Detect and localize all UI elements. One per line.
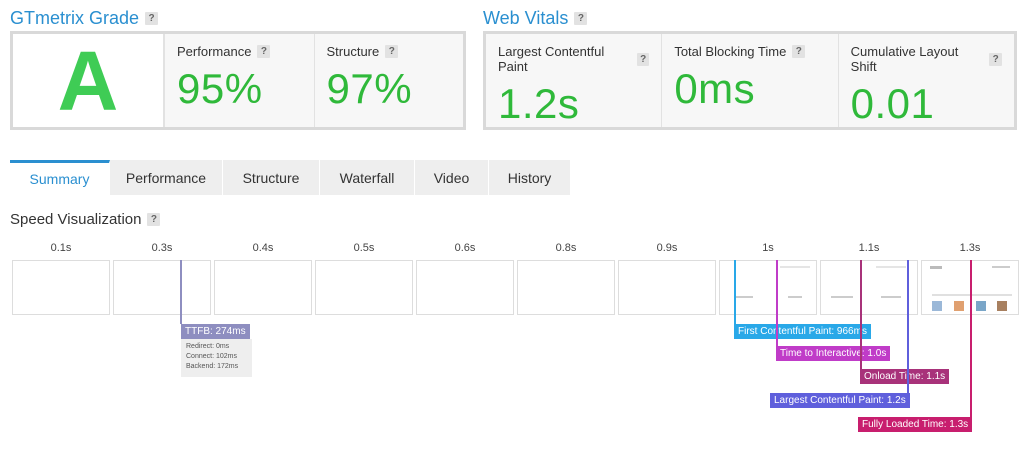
frame-thumbnail bbox=[976, 301, 986, 311]
frame-content-line bbox=[932, 294, 1012, 296]
lcp-line bbox=[907, 260, 909, 393]
tbt-value: 0ms bbox=[674, 65, 756, 112]
performance-value: 95% bbox=[177, 65, 263, 112]
filmstrip-frame[interactable] bbox=[113, 260, 211, 315]
speed-visualization-heading: Speed Visualization bbox=[10, 211, 142, 228]
web-vitals-panel: Largest Contentful Paint ? 1.2s Total Bl… bbox=[483, 31, 1017, 130]
gtmetrix-grade-heading: GTmetrix Grade bbox=[10, 8, 140, 28]
filmstrip-frame[interactable] bbox=[12, 260, 110, 315]
time-label: 1.3s bbox=[959, 242, 981, 254]
frame-content-line bbox=[780, 266, 810, 268]
help-icon[interactable]: ? bbox=[989, 52, 1002, 66]
filmstrip-frame[interactable] bbox=[517, 260, 615, 315]
cls-label: Cumulative Layout Shift bbox=[850, 44, 959, 74]
fcp-line bbox=[734, 260, 736, 324]
time-label: 0.6s bbox=[454, 242, 476, 254]
lcp-label: Largest Contentful Paint bbox=[498, 44, 605, 74]
performance-metric: Performance ? 95% bbox=[164, 34, 314, 127]
time-label: 0.5s bbox=[353, 242, 375, 254]
time-label: 0.4s bbox=[252, 242, 274, 254]
lcp-marker: Largest Contentful Paint: 1.2s bbox=[770, 393, 910, 408]
time-label: 0.8s bbox=[555, 242, 577, 254]
performance-label: Performance bbox=[177, 44, 252, 59]
frame-content-line bbox=[930, 266, 942, 269]
frame-thumbnail bbox=[997, 301, 1007, 311]
speed-visualization-title: Speed Visualization ? bbox=[10, 211, 161, 228]
web-vitals-heading: Web Vitals bbox=[483, 8, 569, 28]
time-label: 1s bbox=[762, 242, 774, 254]
frame-content-line bbox=[735, 296, 753, 298]
fcp-marker: First Contentful Paint: 966ms bbox=[734, 324, 871, 339]
onload-marker: Onload Time: 1.1s bbox=[860, 369, 950, 384]
fully-loaded-marker: Fully Loaded Time: 1.3s bbox=[858, 417, 973, 432]
structure-value: 97% bbox=[326, 65, 413, 112]
ttfb-connect: Connect: 102ms bbox=[186, 353, 237, 360]
lcp-metric: Largest Contentful Paint ? 1.2s bbox=[486, 34, 661, 127]
frame-content-line bbox=[992, 266, 1010, 268]
help-icon[interactable]: ? bbox=[257, 45, 271, 58]
frame-content-line bbox=[788, 296, 802, 298]
frame-content-line bbox=[881, 296, 901, 298]
web-vitals-title: Web Vitals ? bbox=[483, 8, 588, 29]
grade-badge: A bbox=[13, 34, 164, 127]
onload-line bbox=[860, 260, 862, 369]
tab-history[interactable]: History bbox=[489, 160, 571, 195]
tti-line bbox=[776, 260, 778, 346]
cls-value: 0.01 bbox=[850, 80, 935, 127]
help-icon[interactable]: ? bbox=[636, 52, 650, 66]
tbt-label: Total Blocking Time bbox=[674, 44, 787, 59]
help-icon[interactable]: ? bbox=[145, 12, 159, 25]
ttfb-line bbox=[180, 260, 182, 324]
time-label: 0.9s bbox=[656, 242, 678, 254]
frame-thumbnail bbox=[954, 301, 964, 311]
tab-performance[interactable]: Performance bbox=[110, 160, 223, 195]
tab-waterfall[interactable]: Waterfall bbox=[320, 160, 415, 195]
tti-marker: Time to Interactive: 1.0s bbox=[776, 346, 891, 361]
ttfb-redirect: Redirect: 0ms bbox=[186, 343, 230, 350]
tab-structure[interactable]: Structure bbox=[223, 160, 320, 195]
frame-content-line bbox=[876, 266, 906, 268]
fully-loaded-line bbox=[970, 260, 972, 417]
filmstrip-frame[interactable] bbox=[315, 260, 413, 315]
gtmetrix-grade-title: GTmetrix Grade ? bbox=[10, 8, 159, 29]
filmstrip-frame[interactable] bbox=[214, 260, 312, 315]
cls-metric: Cumulative Layout Shift ? 0.01 bbox=[837, 34, 1014, 127]
tab-summary[interactable]: Summary bbox=[10, 160, 110, 195]
help-icon[interactable]: ? bbox=[792, 45, 806, 58]
ttfb-marker: TTFB: 274ms bbox=[181, 324, 250, 339]
time-label: 0.3s bbox=[151, 242, 173, 254]
report-tabs: Summary Performance Structure Waterfall … bbox=[10, 160, 571, 195]
frame-content-line bbox=[831, 296, 853, 298]
grade-panel: A Performance ? 95% Structure ? 97% bbox=[10, 31, 466, 130]
grade-letter: A bbox=[57, 33, 119, 128]
tab-video[interactable]: Video bbox=[415, 160, 489, 195]
structure-metric: Structure ? 97% bbox=[313, 34, 464, 127]
filmstrip-frame[interactable] bbox=[416, 260, 514, 315]
filmstrip-frame[interactable] bbox=[618, 260, 716, 315]
help-icon[interactable]: ? bbox=[385, 45, 399, 58]
structure-label: Structure bbox=[326, 44, 380, 59]
frame-thumbnail bbox=[932, 301, 942, 311]
ttfb-details: Redirect: 0ms Connect: 102ms Backend: 17… bbox=[181, 339, 252, 377]
lcp-value: 1.2s bbox=[498, 80, 580, 127]
help-icon[interactable]: ? bbox=[574, 12, 588, 25]
time-label: 0.1s bbox=[50, 242, 72, 254]
filmstrip-frame-partial[interactable] bbox=[820, 260, 918, 315]
time-label: 1.1s bbox=[858, 242, 880, 254]
ttfb-backend: Backend: 172ms bbox=[186, 363, 239, 370]
help-icon[interactable]: ? bbox=[147, 213, 161, 226]
tbt-metric: Total Blocking Time ? 0ms bbox=[661, 34, 837, 127]
